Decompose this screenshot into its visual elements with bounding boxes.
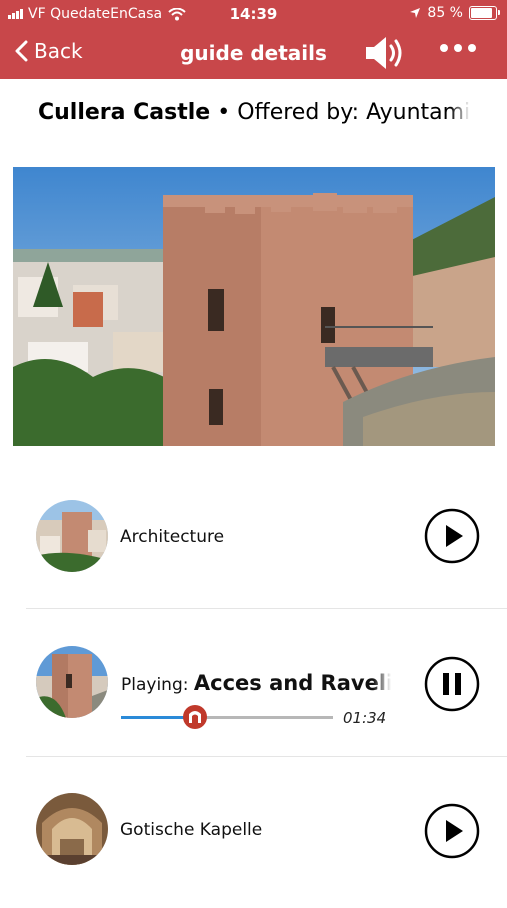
track-thumbnail xyxy=(36,646,108,718)
play-icon[interactable] xyxy=(424,803,480,859)
elapsed-time: 01:34 xyxy=(343,709,387,727)
slider-knob-icon[interactable] xyxy=(182,704,208,730)
nav-bar: Back guide details xyxy=(0,30,507,79)
track-thumbnail xyxy=(36,500,108,572)
status-right: 85 % xyxy=(409,5,500,21)
track-title: Gotische Kapelle xyxy=(120,820,263,840)
offered-by-prefix: Offered by: xyxy=(237,100,360,125)
divider xyxy=(26,608,507,609)
battery-percent: 85 % xyxy=(427,5,463,21)
track-title: Architecture xyxy=(120,527,225,547)
now-playing-label: Playing: Acces and Raveli xyxy=(121,671,391,699)
track-row-architecture[interactable]: Architecture xyxy=(0,462,507,612)
title-separator: • xyxy=(217,100,231,125)
divider xyxy=(26,756,507,757)
location-arrow-icon xyxy=(410,8,421,18)
playing-prefix: Playing: xyxy=(121,675,189,695)
page-title: guide details xyxy=(180,41,327,65)
guide-name: Cullera Castle xyxy=(38,100,211,125)
status-bar: VF QuedateEnCasa 14:39 85 % xyxy=(0,0,507,30)
progress-slider[interactable] xyxy=(121,705,333,729)
track-thumbnail xyxy=(36,793,108,865)
battery-icon xyxy=(469,6,500,20)
play-icon[interactable] xyxy=(424,508,480,564)
speaker-icon[interactable] xyxy=(362,32,408,74)
track-title: Acces and Raveli xyxy=(193,671,391,695)
more-icon[interactable] xyxy=(440,44,476,52)
guide-title: Cullera Castle • Offered by: Ayuntami xyxy=(38,100,470,130)
pause-icon[interactable] xyxy=(424,656,480,712)
track-row-gotische-kapelle[interactable]: Gotische Kapelle xyxy=(0,758,507,908)
hero-image xyxy=(13,167,495,446)
app-header: VF QuedateEnCasa 14:39 85 % Back guide d… xyxy=(0,0,507,79)
